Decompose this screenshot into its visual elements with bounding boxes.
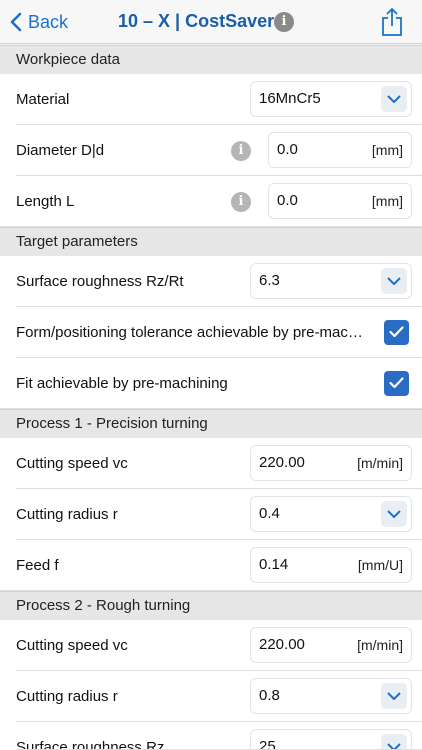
p2-radius-value: 0.8 xyxy=(259,687,280,704)
info-icon[interactable]: i xyxy=(231,141,251,161)
form-tolerance-row: Form/positioning tolerance achievable by… xyxy=(0,307,422,358)
p2-radius-row: Cutting radius r 0.8 xyxy=(0,671,422,722)
p2-radius-select[interactable]: 0.8 xyxy=(250,678,412,714)
p1-radius-value: 0.4 xyxy=(259,505,280,522)
chevron-left-icon xyxy=(10,12,22,32)
p2-speed-value: 220.00 xyxy=(259,636,305,653)
p1-feed-value: 0.14 xyxy=(259,556,289,573)
diameter-label: Diameter D|d xyxy=(16,142,105,159)
p1-radius-row: Cutting radius r 0.4 xyxy=(0,489,422,540)
roughness-select[interactable]: 6.3 xyxy=(250,263,412,299)
chevron-down-icon[interactable] xyxy=(381,268,407,294)
p1-speed-value: 220.00 xyxy=(259,454,305,471)
chevron-down-icon[interactable] xyxy=(381,501,407,527)
checkmark-icon xyxy=(389,377,404,389)
p2-radius-label: Cutting radius r xyxy=(16,688,118,705)
material-row: Material 16MnCr5 xyxy=(0,74,422,125)
p2-roughness-label: Surface roughness Rz xyxy=(16,739,165,750)
length-value: 0.0 xyxy=(277,192,298,209)
p1-feed-label: Feed f xyxy=(16,557,59,574)
info-icon[interactable]: i xyxy=(231,192,251,212)
p2-speed-label: Cutting speed vc xyxy=(16,637,128,654)
section-target: Target parameters xyxy=(0,227,422,257)
roughness-label: Surface roughness Rz/Rt xyxy=(16,273,184,290)
back-button[interactable]: Back xyxy=(10,9,68,35)
fit-row: Fit achievable by pre-machining xyxy=(0,358,422,409)
form-tolerance-label: Form/positioning tolerance achievable by… xyxy=(16,324,371,341)
back-label: Back xyxy=(28,11,69,32)
material-value: 16MnCr5 xyxy=(259,90,321,107)
p2-speed-row: Cutting speed vc 220.00 [m/min] xyxy=(0,620,422,671)
page-title: 10 – X | CostSaver xyxy=(118,11,275,31)
length-unit: [mm] xyxy=(371,193,403,209)
navigation-bar: Back 10 – X | CostSaver i xyxy=(0,0,422,44)
p2-speed-input[interactable]: 220.00 [m/min] xyxy=(250,627,412,663)
p1-feed-input[interactable]: 0.14 [mm/U] xyxy=(250,547,412,583)
chevron-down-icon[interactable] xyxy=(381,683,407,709)
p2-roughness-row: Surface roughness Rz 25 xyxy=(0,722,422,750)
section-workpiece: Workpiece data xyxy=(0,45,422,75)
p2-speed-unit: [m/min] xyxy=(357,637,403,653)
material-select[interactable]: 16MnCr5 xyxy=(250,81,412,117)
chevron-down-icon[interactable] xyxy=(381,86,407,112)
roughness-value: 6.3 xyxy=(259,272,280,289)
p1-radius-select[interactable]: 0.4 xyxy=(250,496,412,532)
section-process2: Process 2 - Rough turning xyxy=(0,591,422,621)
form-tolerance-checkbox[interactable] xyxy=(384,320,409,345)
fit-label: Fit achievable by pre-machining xyxy=(16,375,228,392)
share-icon[interactable] xyxy=(380,7,404,37)
diameter-input[interactable]: 0.0 [mm] xyxy=(268,132,412,168)
p2-roughness-select[interactable]: 25 xyxy=(250,729,412,750)
info-icon[interactable]: i xyxy=(274,12,294,32)
p1-feed-row: Feed f 0.14 [mm/U] xyxy=(0,540,422,591)
p1-feed-unit: [mm/U] xyxy=(357,557,403,573)
p1-speed-row: Cutting speed vc 220.00 [m/min] xyxy=(0,438,422,489)
fit-checkbox[interactable] xyxy=(384,371,409,396)
checkmark-icon xyxy=(389,326,404,338)
p2-roughness-value: 25 xyxy=(259,738,276,750)
p1-radius-label: Cutting radius r xyxy=(16,506,118,523)
length-row: Length L i 0.0 [mm] xyxy=(0,176,422,227)
p1-speed-label: Cutting speed vc xyxy=(16,455,128,472)
roughness-row: Surface roughness Rz/Rt 6.3 xyxy=(0,256,422,307)
length-input[interactable]: 0.0 [mm] xyxy=(268,183,412,219)
material-label: Material xyxy=(16,91,70,108)
chevron-down-icon[interactable] xyxy=(381,734,407,750)
diameter-row: Diameter D|d i 0.0 [mm] xyxy=(0,125,422,176)
diameter-unit: [mm] xyxy=(371,142,403,158)
p1-speed-input[interactable]: 220.00 [m/min] xyxy=(250,445,412,481)
p1-speed-unit: [m/min] xyxy=(357,455,403,471)
section-process1: Process 1 - Precision turning xyxy=(0,409,422,439)
diameter-value: 0.0 xyxy=(277,141,298,158)
length-label: Length L xyxy=(16,193,75,210)
